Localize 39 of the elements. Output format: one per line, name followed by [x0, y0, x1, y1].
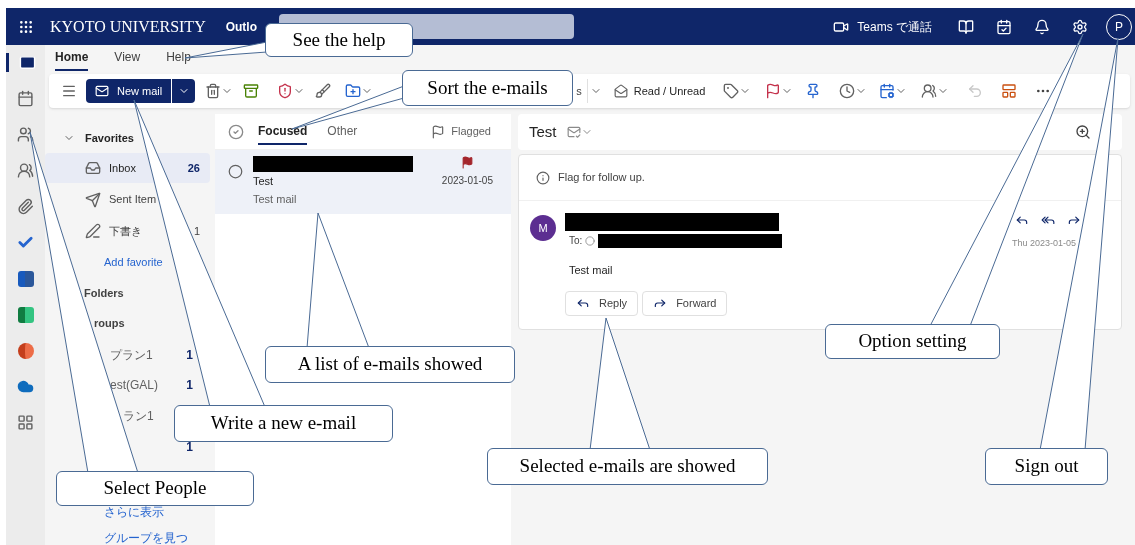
message-subject: Test [253, 174, 275, 189]
message-item[interactable]: Test Test mail 2023-01-05 [215, 150, 511, 214]
discover-groups-link[interactable]: グループを見つ [104, 530, 188, 545]
show-more-link[interactable]: さらに表示 [104, 503, 164, 522]
message-body: Test mail [568, 263, 614, 278]
read-unread-button[interactable]: Read / Unread [613, 82, 706, 100]
toolbar-label[interactable]: s [576, 82, 582, 100]
inbox-tab[interactable]: Other [327, 118, 358, 145]
message-action-button[interactable]: Forward [642, 290, 728, 316]
folder-item[interactable]: 下書き 1 [45, 215, 210, 247]
annotation-tooltip: Write a new e-mail [174, 405, 393, 442]
sender-avatar: M [530, 215, 556, 241]
section-heading: roups [94, 316, 125, 332]
app-name[interactable]: Outlo [225, 17, 258, 36]
annotation-tooltip: Sign out [985, 448, 1108, 485]
ribbon-tab[interactable]: Help [166, 48, 191, 71]
message-date: 2023-01-05 [441, 174, 493, 188]
annotation-tooltip: See the help [265, 23, 413, 57]
annotation-tooltip: Selected e-mails are showed [487, 448, 768, 485]
annotation-tooltip: Option setting [825, 324, 1000, 359]
annotation-tooltip: Sort the e-mails [402, 70, 573, 106]
add-favorite-link[interactable]: Add favorite [104, 254, 163, 271]
annotation-tooltip: A list of e-mails showed [265, 346, 515, 383]
message-preview: Test mail [253, 191, 298, 207]
teams-call-button[interactable]: Teams で通話 [833, 17, 932, 36]
folder-item[interactable]: Inbox 26 [45, 152, 210, 184]
ribbon-tab[interactable]: View [114, 48, 141, 71]
info-message: Flag for follow up. [558, 170, 645, 186]
ribbon-tab[interactable]: Home [55, 48, 89, 71]
message-action-button[interactable]: Reply [565, 290, 639, 316]
section-heading: Folders [84, 285, 124, 301]
section-heading: Favorites [85, 130, 134, 146]
recipient-label: To: [569, 234, 583, 248]
message-date: Thu 2023-01-05 [1011, 237, 1076, 250]
brand-name: KYOTO UNIVERSITY [50, 16, 206, 37]
message-title: Test [529, 121, 557, 142]
annotation-tooltip: Select People [56, 471, 254, 506]
flagged-filter[interactable]: Flagged [431, 123, 491, 140]
new-mail-button[interactable]: New mail [86, 79, 172, 103]
